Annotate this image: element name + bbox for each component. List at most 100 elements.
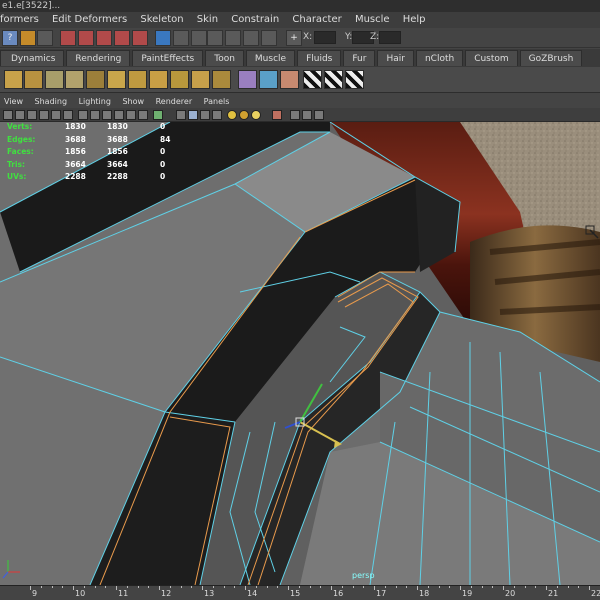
- help-icon[interactable]: ?: [2, 30, 18, 46]
- snap-curve-icon[interactable]: [173, 30, 189, 46]
- polygon-tool-icon[interactable]: [191, 70, 210, 89]
- panel-menu-show[interactable]: Show: [122, 95, 144, 108]
- menu-muscle[interactable]: Muscle: [355, 12, 390, 28]
- timeline-minor-tick: [556, 586, 558, 588]
- timeline-minor-tick: [191, 586, 193, 588]
- timeline-frame-number: 18: [419, 589, 430, 598]
- polygon-tool-icon[interactable]: [259, 70, 278, 89]
- pick-mask-icon[interactable]: [78, 30, 94, 46]
- texture-icon[interactable]: [153, 110, 163, 120]
- snap-grid-icon[interactable]: [155, 30, 171, 46]
- ipr-render-icon[interactable]: [243, 30, 259, 46]
- tab-fluids[interactable]: Fluids: [297, 50, 342, 66]
- isolate-select-icon[interactable]: [272, 110, 282, 120]
- tab-painteffects[interactable]: PaintEffects: [132, 50, 204, 66]
- menu-skeleton[interactable]: Skeleton: [140, 12, 183, 28]
- polygon-tool-icon[interactable]: [212, 70, 231, 89]
- tab-dynamics[interactable]: Dynamics: [0, 50, 65, 66]
- lights-icon[interactable]: [227, 110, 237, 120]
- render-icon[interactable]: [225, 30, 241, 46]
- gate-mask-icon[interactable]: [90, 110, 100, 120]
- textured-icon[interactable]: [212, 110, 222, 120]
- timeline-frame-number: 17: [376, 589, 387, 598]
- field-chart-icon[interactable]: [102, 110, 112, 120]
- grid-icon[interactable]: [51, 110, 61, 120]
- shelf-icons: [0, 67, 600, 93]
- xray-components-icon[interactable]: [314, 110, 324, 120]
- tab-ncloth[interactable]: nCloth: [415, 50, 464, 66]
- pick-mask-icon[interactable]: [114, 30, 130, 46]
- resolution-gate-icon[interactable]: [78, 110, 88, 120]
- polygon-tool-icon[interactable]: [4, 70, 23, 89]
- main-menu-bar: formers Edit Deformers Skeleton Skin Con…: [0, 12, 600, 28]
- lock-icon[interactable]: [20, 30, 36, 46]
- pyramid-icon[interactable]: [238, 70, 257, 89]
- smooth-shade-icon[interactable]: [188, 110, 198, 120]
- polygon-tool-icon[interactable]: [45, 70, 64, 89]
- panel-menu-shading[interactable]: Shading: [35, 95, 68, 108]
- pick-mask-icon[interactable]: [132, 30, 148, 46]
- polygon-tool-icon[interactable]: [86, 70, 105, 89]
- render-settings-icon[interactable]: [261, 30, 277, 46]
- checker-icon[interactable]: [345, 70, 364, 89]
- time-slider[interactable]: 9 10 11 12 13 14 15 16 17 18 19 20 21 22: [0, 585, 600, 600]
- select-by-hierarchy-icon[interactable]: [37, 30, 53, 46]
- menu-skin[interactable]: Skin: [197, 12, 218, 28]
- polygon-tool-icon[interactable]: [280, 70, 299, 89]
- menu-character[interactable]: Character: [292, 12, 341, 28]
- timeline-minor-tick: [148, 586, 150, 588]
- safe-title-icon[interactable]: [126, 110, 136, 120]
- transform-input-icon[interactable]: +: [286, 30, 302, 46]
- render-view-icon[interactable]: [207, 30, 223, 46]
- lights-icon[interactable]: [251, 110, 261, 120]
- panel-menu-view[interactable]: View: [4, 95, 23, 108]
- snapshot-icon[interactable]: [138, 110, 148, 120]
- timeline-minor-tick: [298, 586, 300, 588]
- tab-muscle[interactable]: Muscle: [245, 50, 296, 66]
- camera-lock-icon[interactable]: [15, 110, 25, 120]
- snap-point-icon[interactable]: [191, 30, 207, 46]
- panel-menu-lighting[interactable]: Lighting: [79, 95, 111, 108]
- polygon-tool-icon[interactable]: [107, 70, 126, 89]
- polygon-tool-icon[interactable]: [65, 70, 84, 89]
- tab-toon[interactable]: Toon: [205, 50, 244, 66]
- z-field[interactable]: [379, 31, 401, 44]
- x-field[interactable]: [314, 31, 336, 44]
- xray-joints-icon[interactable]: [302, 110, 312, 120]
- camera-icon[interactable]: [3, 110, 13, 120]
- panel-menu-renderer[interactable]: Renderer: [156, 95, 193, 108]
- menu-help[interactable]: Help: [403, 12, 426, 28]
- film-gate-icon[interactable]: [63, 110, 73, 120]
- tab-custom[interactable]: Custom: [465, 50, 518, 66]
- mesh-viewport-drawing: [0, 122, 600, 585]
- panel-menu-panels[interactable]: Panels: [204, 95, 230, 108]
- timeline-minor-tick: [223, 586, 225, 588]
- menu-deformers[interactable]: formers: [0, 12, 39, 28]
- timeline-minor-tick: [481, 586, 483, 588]
- tab-rendering[interactable]: Rendering: [66, 50, 131, 66]
- camera-name-label: persp: [352, 571, 375, 580]
- pick-mask-icon[interactable]: [96, 30, 112, 46]
- safe-action-icon[interactable]: [114, 110, 124, 120]
- timeline-tick: [546, 586, 547, 590]
- polygon-tool-icon[interactable]: [128, 70, 147, 89]
- timeline-minor-tick: [395, 586, 397, 588]
- polygon-tool-icon[interactable]: [149, 70, 168, 89]
- lights-icon[interactable]: [239, 110, 249, 120]
- menu-edit-deformers[interactable]: Edit Deformers: [52, 12, 127, 28]
- pick-mask-icon[interactable]: [60, 30, 76, 46]
- polygon-tool-icon[interactable]: [24, 70, 43, 89]
- polygon-tool-icon[interactable]: [170, 70, 189, 89]
- tab-gozbrush[interactable]: GoZBrush: [519, 50, 583, 66]
- checker-icon[interactable]: [303, 70, 322, 89]
- tab-fur[interactable]: Fur: [343, 50, 376, 66]
- xray-icon[interactable]: [290, 110, 300, 120]
- wireframe-on-shaded-icon[interactable]: [200, 110, 210, 120]
- perspective-viewport[interactable]: Verts: 1830 1830 0 Edges: 3688 3688 84 F…: [0, 122, 600, 585]
- checker-icon[interactable]: [324, 70, 343, 89]
- menu-constrain[interactable]: Constrain: [231, 12, 279, 28]
- wireframe-icon[interactable]: [176, 110, 186, 120]
- image-plane-icon[interactable]: [39, 110, 49, 120]
- bookmark-icon[interactable]: [27, 110, 37, 120]
- tab-hair[interactable]: Hair: [377, 50, 414, 66]
